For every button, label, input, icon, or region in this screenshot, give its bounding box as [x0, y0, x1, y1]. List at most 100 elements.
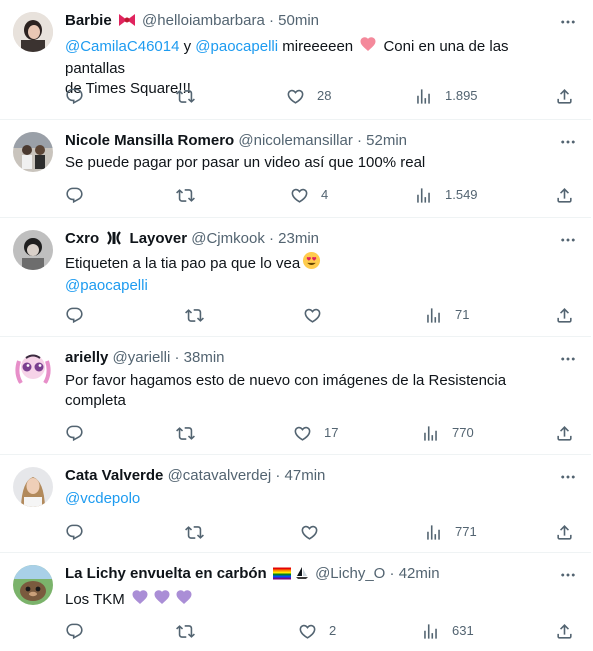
avatar[interactable] — [13, 467, 53, 507]
more-icon[interactable] — [559, 566, 577, 584]
pink-heart-icon — [359, 35, 377, 59]
like-count: 17 — [324, 425, 339, 440]
views-button[interactable]: 1.895 — [414, 86, 478, 106]
retweet-icon — [185, 306, 204, 325]
like-button[interactable]: 4 — [290, 185, 328, 205]
timestamp[interactable]: 42min — [399, 565, 440, 582]
timestamp[interactable]: 52min — [366, 132, 407, 149]
reply-button[interactable] — [65, 185, 84, 205]
share-button[interactable] — [555, 305, 574, 325]
reply-button[interactable] — [65, 86, 84, 106]
retweet-button[interactable] — [176, 621, 195, 641]
share-icon — [555, 424, 574, 443]
tweet-header: Barbie @helloiambarbara · 50min — [65, 11, 551, 31]
reply-button[interactable] — [65, 305, 84, 325]
tweet-cata[interactable]: Cata Valverde @catavalverdej · 47min @vc… — [0, 455, 591, 553]
tweet-text: Los TKM — [65, 588, 570, 612]
username[interactable]: @Lichy_O — [315, 565, 385, 582]
more-icon[interactable] — [559, 133, 577, 151]
action-bar: 771 — [0, 522, 591, 542]
like-button[interactable]: 17 — [293, 423, 338, 443]
reply-button[interactable] — [65, 423, 84, 443]
timestamp[interactable]: 23min — [278, 230, 319, 247]
heart-icon — [300, 523, 319, 542]
avatar[interactable] — [13, 132, 53, 172]
tweet-nicole[interactable]: Nicole Mansilla Romero @nicolemansillar … — [0, 120, 591, 218]
views-button[interactable]: 770 — [421, 423, 474, 443]
view-count: 770 — [452, 425, 474, 440]
reply-button[interactable] — [65, 621, 84, 641]
share-button[interactable] — [555, 621, 574, 641]
tweet-arielly[interactable]: arielly @yarielli · 38min Por favor haga… — [0, 337, 591, 455]
mention-link[interactable]: @paocapelli — [65, 277, 148, 294]
mention-link[interactable]: @CamilaC46014 — [65, 38, 179, 55]
tweet-text: Se puede pagar por pasar un video así qu… — [65, 154, 426, 171]
reply-button[interactable] — [65, 522, 84, 542]
purple-heart-icon — [131, 588, 149, 612]
action-bar: 4 1.549 — [0, 185, 591, 205]
retweet-icon — [185, 523, 204, 542]
heart-icon — [286, 87, 305, 106]
retweet-button[interactable] — [176, 185, 195, 205]
mention-link[interactable]: @paocapelli — [195, 38, 278, 55]
timestamp[interactable]: 47min — [285, 467, 326, 484]
retweet-button[interactable] — [176, 86, 195, 106]
username[interactable]: @helloiambarbara — [142, 12, 265, 29]
like-button[interactable]: 2 — [298, 621, 336, 641]
more-icon[interactable] — [559, 231, 577, 249]
share-button[interactable] — [555, 522, 574, 542]
views-button[interactable]: 71 — [424, 305, 469, 325]
retweet-button[interactable] — [176, 423, 195, 443]
timestamp[interactable]: 50min — [278, 12, 319, 29]
views-button[interactable]: 1.549 — [414, 185, 478, 205]
tweet-header: arielly @yarielli · 38min — [65, 348, 551, 368]
action-bar: 17 770 — [0, 423, 591, 443]
display-name[interactable]: Barbie — [65, 12, 112, 29]
display-name[interactable]: Cxro Layover — [65, 230, 187, 247]
view-count: 71 — [455, 307, 470, 322]
like-count: 28 — [317, 88, 332, 103]
retweet-button[interactable] — [185, 522, 204, 542]
views-button[interactable]: 771 — [424, 522, 477, 542]
like-button[interactable] — [300, 522, 319, 542]
display-name[interactable]: arielly — [65, 349, 108, 366]
retweet-icon — [176, 622, 195, 641]
views-button[interactable]: 631 — [421, 621, 474, 641]
avatar[interactable] — [13, 565, 53, 605]
separator-dot: · — [269, 230, 274, 247]
username[interactable]: @yarielli — [113, 349, 171, 366]
share-button[interactable] — [555, 86, 574, 106]
username[interactable]: @catavalverdej — [168, 467, 272, 484]
more-icon[interactable] — [559, 13, 577, 31]
retweet-button[interactable] — [185, 305, 204, 325]
share-button[interactable] — [555, 185, 574, 205]
view-count: 631 — [452, 623, 474, 638]
tweet-barbie[interactable]: Barbie @helloiambarbara · 50min @CamilaC… — [0, 0, 591, 120]
more-icon[interactable] — [559, 468, 577, 486]
separator-dot: · — [389, 565, 395, 582]
like-button[interactable]: 28 — [286, 86, 331, 106]
tweet-lichy[interactable]: La Lichy envuelta en carbón @Lichy_O · 4… — [0, 553, 591, 651]
username[interactable]: @nicolemansillar — [238, 132, 352, 149]
tweet-cxro[interactable]: Cxro Layover @Cjmkook · 23min Etiqueten … — [0, 218, 591, 337]
heart-icon — [290, 186, 309, 205]
tweet-text: @vcdepolo — [65, 489, 570, 509]
logo-symbol-icon — [105, 231, 123, 251]
reply-icon — [65, 87, 84, 106]
share-button[interactable] — [555, 423, 574, 443]
more-icon[interactable] — [559, 350, 577, 368]
timestamp[interactable]: 38min — [184, 349, 225, 366]
username[interactable]: @Cjmkook — [191, 230, 265, 247]
heart-icon — [298, 622, 317, 641]
display-name[interactable]: La Lichy envuelta en carbón — [65, 565, 267, 582]
avatar[interactable] — [13, 12, 53, 52]
tweet-header: Cata Valverde @catavalverdej · 47min — [65, 466, 551, 486]
mention-link[interactable]: @vcdepolo — [65, 490, 140, 507]
purple-heart-icon — [175, 588, 193, 612]
avatar[interactable] — [13, 230, 53, 270]
avatar[interactable] — [13, 349, 53, 389]
display-name[interactable]: Cata Valverde — [65, 467, 163, 484]
views-icon — [421, 622, 440, 641]
like-button[interactable] — [303, 305, 322, 325]
display-name[interactable]: Nicole Mansilla Romero — [65, 132, 234, 149]
